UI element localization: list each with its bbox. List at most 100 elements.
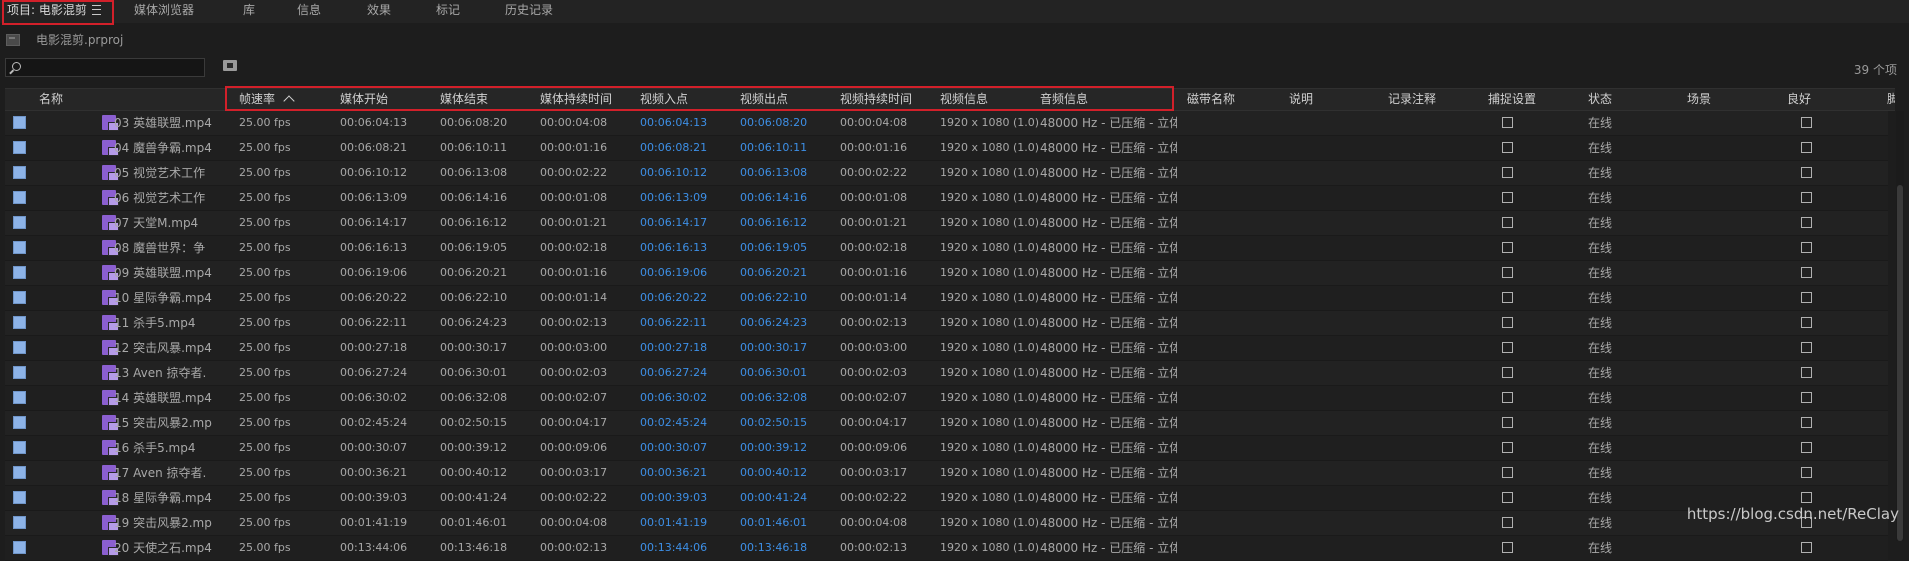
capture-settings-checkbox[interactable]	[1502, 117, 1513, 128]
column-header-video-in[interactable]: 视频入点	[640, 89, 730, 110]
label-color-swatch[interactable]	[13, 441, 26, 454]
video-in-cell[interactable]: 00:13:44:06	[640, 536, 707, 560]
good-checkbox[interactable]	[1801, 317, 1812, 328]
label-color-swatch[interactable]	[13, 516, 26, 529]
label-color-swatch[interactable]	[13, 216, 26, 229]
clip-name[interactable]: 12 突击风暴.mp4	[114, 336, 232, 360]
capture-settings-checkbox[interactable]	[1502, 142, 1513, 153]
label-color-swatch[interactable]	[13, 191, 26, 204]
video-out-cell[interactable]: 00:13:46:18	[740, 536, 807, 560]
video-in-cell[interactable]: 00:06:19:06	[640, 261, 707, 285]
good-checkbox[interactable]	[1801, 392, 1812, 403]
video-out-cell[interactable]: 00:00:39:12	[740, 436, 807, 460]
label-color-swatch[interactable]	[13, 316, 26, 329]
panel-menu-icon[interactable]	[91, 4, 101, 15]
table-row[interactable]: 07 天堂M.mp4 25.00 fps 00:06:14:17 00:06:16:1…	[5, 211, 1888, 236]
clip-name[interactable]: 09 英雄联盟.mp4	[114, 261, 232, 285]
capture-settings-checkbox[interactable]	[1502, 292, 1513, 303]
video-in-cell[interactable]: 00:00:30:07	[640, 436, 707, 460]
good-checkbox[interactable]	[1801, 217, 1812, 228]
good-checkbox[interactable]	[1801, 242, 1812, 253]
clip-name[interactable]: 08 魔兽世界：争	[114, 236, 232, 260]
label-color-swatch[interactable]	[13, 291, 26, 304]
label-color-swatch[interactable]	[13, 266, 26, 279]
video-in-cell[interactable]: 00:00:27:18	[640, 336, 707, 360]
table-row[interactable]: 11 杀手5.mp4 25.00 fps 00:06:22:11 00:06:24:2…	[5, 311, 1888, 336]
table-row[interactable]: 05 视觉艺术工作 25.00 fps 00:06:10:12 00:06:13:08…	[5, 161, 1888, 186]
clip-name[interactable]: 11 杀手5.mp4	[114, 311, 232, 335]
table-row[interactable]: 19 突击风暴2.mp 25.00 fps 00:01:41:19 00:01:46:…	[5, 511, 1888, 536]
video-in-cell[interactable]: 00:00:39:03	[640, 486, 707, 510]
label-color-swatch[interactable]	[13, 141, 26, 154]
video-out-cell[interactable]: 00:06:30:01	[740, 361, 807, 385]
clip-name[interactable]: 13 Aven 掠夺者.	[114, 361, 232, 385]
table-row[interactable]: 18 星际争霸.mp4 25.00 fps 00:00:39:03 00:00:41:…	[5, 486, 1888, 511]
label-color-swatch[interactable]	[13, 116, 26, 129]
capture-settings-checkbox[interactable]	[1502, 517, 1513, 528]
search-field[interactable]	[5, 58, 205, 77]
column-header-log-note[interactable]: 记录注释	[1388, 89, 1478, 110]
table-row[interactable]: 15 突击风暴2.mp 25.00 fps 00:02:45:24 00:02:50:…	[5, 411, 1888, 436]
column-header-status[interactable]: 状态	[1588, 89, 1678, 110]
video-out-cell[interactable]: 00:06:13:08	[740, 161, 807, 185]
column-header-audio-info[interactable]: 音频信息	[1040, 89, 1160, 110]
table-row[interactable]: 10 星际争霸.mp4 25.00 fps 00:06:20:22 00:06:22:…	[5, 286, 1888, 311]
tab-effects[interactable]: 效果	[367, 0, 391, 23]
video-out-cell[interactable]: 00:00:40:12	[740, 461, 807, 485]
label-color-swatch[interactable]	[13, 466, 26, 479]
tab-history[interactable]: 历史记录	[505, 0, 553, 23]
good-checkbox[interactable]	[1801, 417, 1812, 428]
column-header-video-duration[interactable]: 视频持续时间	[840, 89, 935, 110]
capture-settings-checkbox[interactable]	[1502, 217, 1513, 228]
capture-settings-checkbox[interactable]	[1502, 192, 1513, 203]
video-out-cell[interactable]: 00:06:08:20	[740, 111, 807, 135]
good-checkbox[interactable]	[1801, 542, 1812, 553]
video-in-cell[interactable]: 00:06:08:21	[640, 136, 707, 160]
label-color-swatch[interactable]	[13, 341, 26, 354]
search-input[interactable]	[24, 60, 199, 75]
table-row[interactable]: 12 突击风暴.mp4 25.00 fps 00:00:27:18 00:00:30:…	[5, 336, 1888, 361]
good-checkbox[interactable]	[1801, 167, 1812, 178]
clip-name[interactable]: 07 天堂M.mp4	[114, 211, 232, 235]
good-checkbox[interactable]	[1801, 117, 1812, 128]
tab-project[interactable]: 项目: 电影混剪	[7, 0, 101, 23]
label-color-swatch[interactable]	[13, 166, 26, 179]
video-out-cell[interactable]: 00:06:14:16	[740, 186, 807, 210]
label-color-swatch[interactable]	[13, 416, 26, 429]
good-checkbox[interactable]	[1801, 342, 1812, 353]
video-out-cell[interactable]: 00:06:10:11	[740, 136, 807, 160]
table-row[interactable]: 17 Aven 掠夺者. 25.00 fps 00:00:36:21 00:00:40…	[5, 461, 1888, 486]
table-row[interactable]: 04 魔兽争霸.mp4 25.00 fps 00:06:08:21 00:06:10:…	[5, 136, 1888, 161]
tab-info[interactable]: 信息	[297, 0, 321, 23]
clip-name[interactable]: 03 英雄联盟.mp4	[114, 111, 232, 135]
column-header-frame-rate[interactable]: 帧速率	[239, 89, 319, 110]
tab-markers[interactable]: 标记	[436, 0, 460, 23]
good-checkbox[interactable]	[1801, 142, 1812, 153]
clip-name[interactable]: 15 突击风暴2.mp	[114, 411, 232, 435]
good-checkbox[interactable]	[1801, 467, 1812, 478]
capture-settings-checkbox[interactable]	[1502, 392, 1513, 403]
video-in-cell[interactable]: 00:01:41:19	[640, 511, 707, 535]
video-in-cell[interactable]: 00:02:45:24	[640, 411, 707, 435]
video-out-cell[interactable]: 00:00:41:24	[740, 486, 807, 510]
table-row[interactable]: 14 英雄联盟.mp4 25.00 fps 00:06:30:02 00:06:32:…	[5, 386, 1888, 411]
column-header-media-start[interactable]: 媒体开始	[340, 89, 430, 110]
clip-name[interactable]: 20 天使之石.mp4	[114, 536, 232, 560]
label-color-swatch[interactable]	[13, 241, 26, 254]
column-header-name[interactable]: 名称	[39, 89, 179, 110]
capture-settings-checkbox[interactable]	[1502, 417, 1513, 428]
clip-name[interactable]: 04 魔兽争霸.mp4	[114, 136, 232, 160]
clip-name[interactable]: 06 视觉艺术工作	[114, 186, 232, 210]
table-row[interactable]: 08 魔兽世界：争 25.00 fps 00:06:16:13 00:06:19:05…	[5, 236, 1888, 261]
label-color-swatch[interactable]	[13, 491, 26, 504]
good-checkbox[interactable]	[1801, 492, 1812, 503]
good-checkbox[interactable]	[1801, 367, 1812, 378]
tab-libraries[interactable]: 库	[243, 0, 255, 23]
capture-settings-checkbox[interactable]	[1502, 342, 1513, 353]
column-header-good[interactable]: 良好	[1787, 89, 1877, 110]
video-in-cell[interactable]: 00:06:10:12	[640, 161, 707, 185]
video-in-cell[interactable]: 00:06:20:22	[640, 286, 707, 310]
video-in-cell[interactable]: 00:06:27:24	[640, 361, 707, 385]
column-header-video-out[interactable]: 视频出点	[740, 89, 830, 110]
capture-settings-checkbox[interactable]	[1502, 492, 1513, 503]
